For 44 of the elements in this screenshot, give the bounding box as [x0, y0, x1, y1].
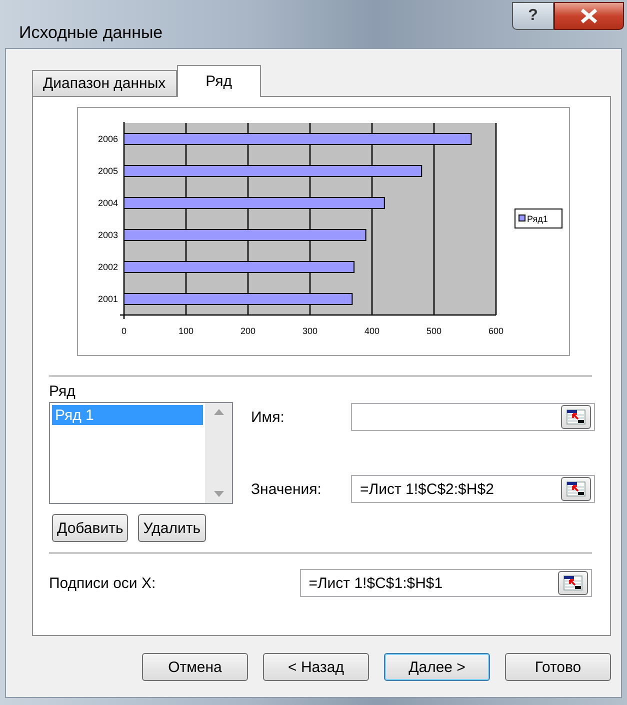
category-label: 2004 — [98, 198, 118, 208]
range-picker-icon — [565, 408, 587, 426]
dialog-button[interactable]: < Назад — [263, 653, 369, 681]
tick-label: 400 — [364, 326, 380, 336]
series-button[interactable]: Удалить — [138, 514, 206, 542]
tab[interactable]: Диапазон данных — [32, 70, 177, 96]
tick-label: 300 — [302, 326, 318, 336]
window-title: Исходные данные — [18, 22, 164, 43]
range-picker-button[interactable] — [558, 571, 588, 595]
tick-label: 0 — [122, 326, 126, 336]
section-label: Ряд — [49, 383, 76, 402]
scroll-up-icon — [214, 409, 224, 415]
category-label: 2003 — [98, 230, 118, 240]
dialog-button[interactable]: Готово — [505, 653, 611, 681]
tab[interactable]: Ряд — [176, 65, 262, 97]
x-labels-field[interactable]: =Лист 1!$C$1:$H$1 — [300, 569, 592, 597]
range-picker-button[interactable] — [561, 477, 591, 501]
field-value: =Лист 1!$C$1:$H$1 — [308, 574, 444, 592]
category-label: 2005 — [98, 166, 118, 176]
close-button[interactable] — [554, 2, 624, 30]
close-icon — [579, 8, 599, 24]
legend-label: Ряд1 — [527, 214, 548, 224]
field-value: =Лист 1!$C$2:$H$2 — [360, 480, 495, 498]
dialog-button[interactable]: Отмена — [142, 653, 248, 681]
help-button[interactable]: ? — [512, 2, 554, 30]
field-label: Подписи оси X: — [49, 574, 157, 592]
scrollbar[interactable] — [205, 403, 232, 503]
field-label: Имя: — [251, 408, 286, 426]
range-field[interactable]: =Лист 1!$C$2:$H$2 — [351, 475, 595, 503]
field-label: Значения: — [251, 480, 322, 498]
tick-label: 600 — [488, 326, 504, 336]
category-label: 2006 — [98, 134, 118, 144]
tick-label: 200 — [240, 326, 256, 336]
category-label: 2002 — [98, 262, 118, 272]
range-field[interactable] — [351, 403, 595, 431]
range-picker-icon — [562, 574, 584, 592]
category-label: 2001 — [98, 294, 118, 304]
range-picker-icon — [565, 480, 587, 498]
tick-label: 500 — [426, 326, 442, 336]
tick-label: 100 — [178, 326, 194, 336]
range-picker-button[interactable] — [561, 405, 591, 429]
series-button[interactable]: Добавить — [52, 514, 128, 542]
dialog-button[interactable]: Далее > — [384, 653, 490, 681]
scroll-down-icon — [214, 491, 224, 497]
